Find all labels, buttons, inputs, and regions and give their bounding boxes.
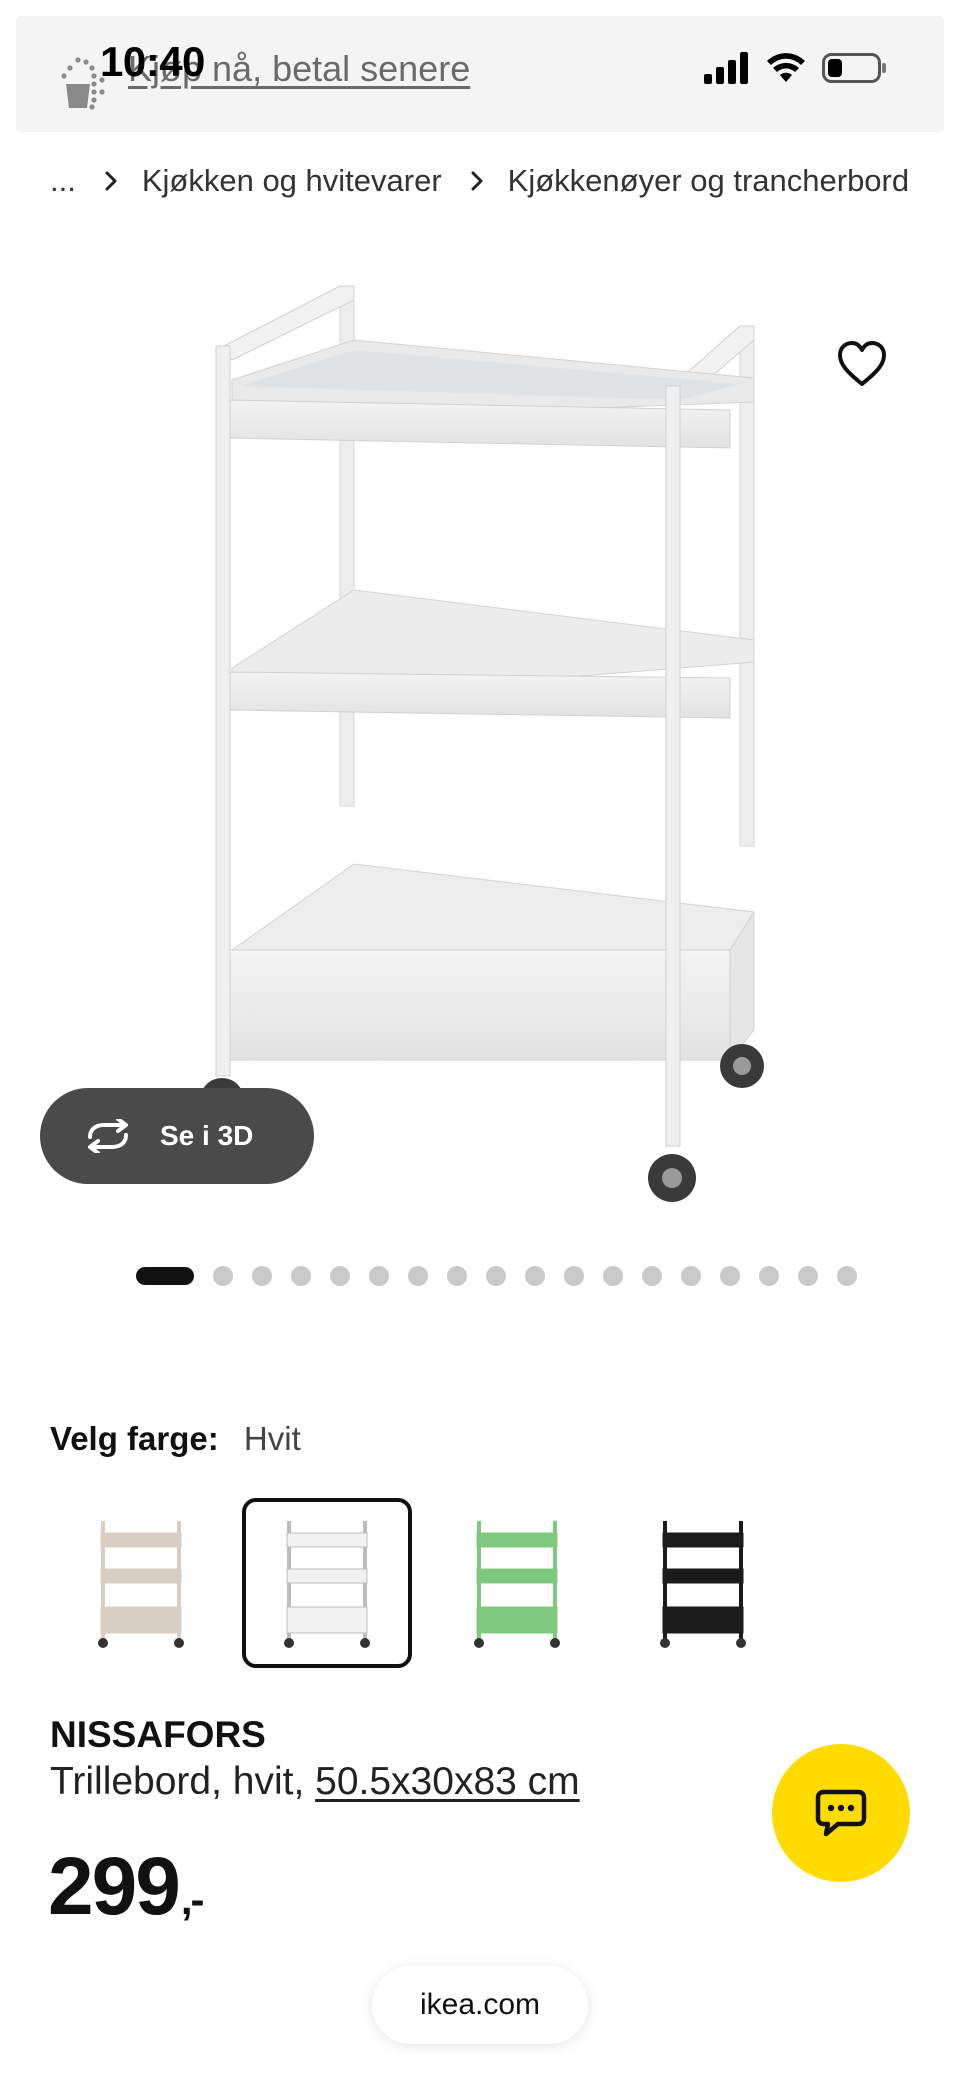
- product-type: Trillebord, hvit,: [50, 1760, 305, 1803]
- color-picker-heading: Velg farge: Hvit: [50, 1420, 301, 1458]
- product-image[interactable]: [140, 260, 820, 1220]
- pagination-dot[interactable]: [291, 1266, 311, 1286]
- pagination-dot[interactable]: [447, 1266, 467, 1286]
- chat-button[interactable]: [772, 1744, 910, 1882]
- chevron-right-icon: [470, 170, 484, 192]
- color-swatch[interactable]: [242, 1498, 412, 1668]
- trolley-thumbnail: [660, 1521, 746, 1648]
- status-icons: [704, 48, 888, 88]
- pagination-dot[interactable]: [681, 1266, 701, 1286]
- pagination-dot[interactable]: [837, 1266, 857, 1286]
- pagination-dot[interactable]: [213, 1266, 233, 1286]
- pagination-dot[interactable]: [564, 1266, 584, 1286]
- rotate-3d-icon: [88, 1119, 128, 1153]
- breadcrumb-kitchen-islands[interactable]: Kjøkkenøyer og trancherbord: [508, 163, 909, 199]
- signal-icon: [704, 52, 748, 84]
- breadcrumb: ... Kjøkken og hvitevarer Kjøkkenøyer og…: [50, 163, 909, 199]
- product-price: 299,-: [48, 1840, 205, 1934]
- url-text: ikea.com: [419, 1988, 541, 2021]
- color-swatch[interactable]: [56, 1498, 226, 1668]
- status-time: 10:40: [100, 38, 205, 85]
- view-in-3d-label: Se i 3D: [160, 1120, 254, 1151]
- browser-url-bar[interactable]: ikea.com: [372, 1966, 588, 2044]
- breadcrumb-ellipsis[interactable]: ...: [50, 163, 76, 199]
- product-description: Trillebord, hvit, 50.5x30x83 cm: [50, 1760, 580, 1804]
- pagination-dot[interactable]: [369, 1266, 389, 1286]
- price-suffix: ,-: [180, 1876, 205, 1923]
- price-value: 299: [48, 1841, 181, 1932]
- pagination-dot[interactable]: [798, 1266, 818, 1286]
- image-pagination: [136, 1266, 857, 1286]
- pagination-dot[interactable]: [759, 1266, 779, 1286]
- color-swatch[interactable]: [432, 1498, 602, 1668]
- color-label: Velg farge:: [50, 1420, 219, 1457]
- pagination-dot[interactable]: [136, 1267, 194, 1285]
- color-swatches: [56, 1498, 776, 1668]
- battery-icon: [822, 53, 886, 83]
- view-in-3d-button[interactable]: Se i 3D: [40, 1088, 314, 1184]
- color-swatch[interactable]: [618, 1498, 788, 1668]
- chevron-right-icon: [104, 170, 118, 192]
- trolley-thumbnail: [98, 1521, 184, 1648]
- trolley-thumbnail: [284, 1521, 370, 1648]
- pagination-dot[interactable]: [642, 1266, 662, 1286]
- pagination-dot[interactable]: [720, 1266, 740, 1286]
- pagination-dot[interactable]: [525, 1266, 545, 1286]
- pagination-dot[interactable]: [603, 1266, 623, 1286]
- chat-icon: [815, 1789, 867, 1837]
- product-name: NISSAFORS: [50, 1714, 266, 1755]
- pagination-dot[interactable]: [408, 1266, 428, 1286]
- pagination-dot[interactable]: [486, 1266, 506, 1286]
- trolley-thumbnail: [474, 1521, 560, 1648]
- breadcrumb-kitchen[interactable]: Kjøkken og hvitevarer: [142, 163, 442, 199]
- status-bar: Kjøp nå, betal senere 10:40: [16, 16, 944, 132]
- heart-icon[interactable]: [836, 338, 888, 390]
- product-size-link[interactable]: 50.5x30x83 cm: [315, 1760, 580, 1803]
- wifi-icon: [767, 53, 805, 82]
- pagination-dot[interactable]: [252, 1266, 272, 1286]
- pagination-dot[interactable]: [330, 1266, 350, 1286]
- selected-color: Hvit: [243, 1420, 301, 1457]
